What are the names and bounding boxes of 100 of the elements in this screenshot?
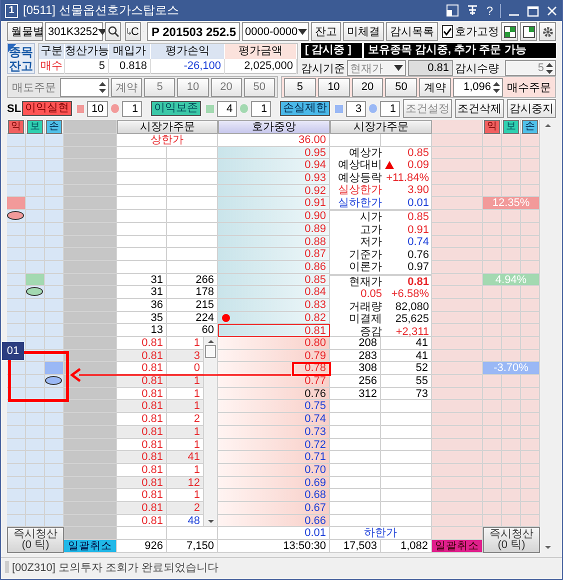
basis-combo[interactable]: 현재가	[347, 60, 406, 76]
order-price[interactable]: 0.81	[117, 337, 167, 350]
price-cell[interactable]: 0.88	[218, 236, 330, 248]
code-button[interactable]: C	[125, 22, 141, 41]
rule-tag[interactable]: 이익보존	[151, 101, 202, 116]
order-quantity[interactable]: 2	[167, 502, 204, 515]
price-cell[interactable]: 0.81	[218, 324, 330, 337]
order-quantity[interactable]: 1	[167, 388, 204, 400]
pin-icon[interactable]	[466, 4, 480, 17]
quantity-field[interactable]: 5	[505, 60, 556, 76]
order-price[interactable]: 0.81	[117, 362, 167, 376]
quantity-button[interactable]: 5	[284, 78, 316, 96]
price-cell[interactable]: 0.71	[218, 451, 330, 464]
rule-tag[interactable]: 손실제한	[280, 101, 330, 116]
order-quantity[interactable]: 48	[167, 514, 204, 528]
order-quantity[interactable]: 1	[167, 426, 204, 438]
price-cell[interactable]: 0.72	[218, 438, 330, 452]
stop-order-marker[interactable]	[45, 376, 62, 386]
price-cell[interactable]: 0.82	[218, 312, 330, 324]
scroll-thumb[interactable]	[205, 345, 216, 358]
order-quantity[interactable]: 41	[167, 451, 204, 464]
order-quantity[interactable]: 1	[167, 337, 204, 350]
price-cell[interactable]: 0.91	[218, 197, 330, 210]
order-price[interactable]: 0.81	[117, 388, 167, 400]
tick-field[interactable]: 3	[346, 100, 366, 116]
toolbar-button[interactable]: 미체결	[343, 22, 384, 41]
price-cell[interactable]: 0.90	[218, 210, 330, 223]
order-price[interactable]: 0.81	[117, 350, 167, 362]
order-price[interactable]: 0.81	[117, 426, 167, 438]
order-quantity[interactable]: 12	[167, 476, 204, 490]
price-cell[interactable]: 0.95	[218, 146, 330, 160]
price-cell[interactable]: 0.77	[218, 375, 330, 388]
order-price[interactable]: 0.81	[117, 438, 167, 452]
price-cell[interactable]: 0.74	[218, 413, 330, 426]
order-quantity[interactable]: 1	[167, 438, 204, 452]
price-cell[interactable]: 0.67	[218, 502, 330, 515]
mode-button[interactable]: 월물별	[7, 22, 43, 41]
code-combo[interactable]: 301K3252	[45, 22, 103, 41]
order-price[interactable]: 0.81	[117, 400, 167, 414]
order-price[interactable]: 0.81	[117, 451, 167, 464]
order-price[interactable]: 0.81	[117, 375, 167, 388]
order-quantity[interactable]: 1	[167, 375, 204, 388]
account-combo[interactable]: 0000-0000	[242, 22, 309, 41]
order-price[interactable]: 0.81	[117, 514, 167, 528]
search-button[interactable]	[105, 22, 121, 41]
order-price[interactable]: 0.81	[117, 489, 167, 502]
price-cell[interactable]: 0.87	[218, 248, 330, 261]
condition-button[interactable]: 조건삭제	[455, 99, 504, 118]
cancel-all-button[interactable]: 일괄취소	[432, 540, 483, 553]
toolbar-button[interactable]: 감시목록	[386, 22, 438, 41]
quantity-field[interactable]: 1,096	[452, 78, 503, 96]
quantity-button[interactable]: 20	[352, 78, 384, 96]
liquidate-button[interactable]: 즉시청산 (0 틱)	[483, 527, 540, 553]
order-quantity[interactable]: 1	[167, 464, 204, 477]
tick-field[interactable]: 10	[87, 100, 108, 116]
quantity-button[interactable]: 50	[385, 78, 418, 96]
price-cell[interactable]: 0.93	[218, 172, 330, 185]
price-cell[interactable]: 0.66	[218, 514, 330, 528]
price-cell[interactable]: 0.70	[218, 464, 330, 477]
order-quantity[interactable]: 1	[167, 489, 204, 502]
order-price[interactable]: 0.81	[117, 476, 167, 490]
rule-tag[interactable]: 이익실현	[22, 101, 72, 116]
quantity-button[interactable]: 10	[318, 78, 350, 96]
scrollbar[interactable]	[204, 337, 218, 528]
price-cell[interactable]: 0.73	[218, 426, 330, 438]
price-cell[interactable]: 0.86	[218, 260, 330, 274]
price-cell[interactable]: 0.68	[218, 489, 330, 502]
price-cell[interactable]: 0.84	[218, 286, 330, 299]
settings-button[interactable]	[539, 22, 556, 41]
unit-button[interactable]: 계약	[419, 78, 451, 96]
price-cell[interactable]: 0.83	[218, 298, 330, 312]
symbol-field[interactable]: P 201503 252.5	[147, 22, 240, 41]
order-quantity[interactable]: 2	[167, 413, 204, 426]
cancel-all-button[interactable]: 일괄취소	[64, 540, 117, 553]
tick-field[interactable]: 4	[216, 100, 237, 116]
count-field[interactable]: 1	[251, 100, 272, 116]
price-cell[interactable]: 0.76	[218, 388, 330, 400]
layout-icon[interactable]	[446, 4, 460, 17]
price-cell[interactable]: 0.69	[218, 476, 330, 490]
layout-button[interactable]	[501, 22, 518, 41]
price-cell[interactable]: 0.75	[218, 400, 330, 414]
order-price[interactable]: 0.81	[117, 413, 167, 426]
toolbar-button[interactable]: 잔고	[311, 22, 341, 41]
count-field[interactable]: 1	[122, 100, 142, 116]
price-cell[interactable]: 0.89	[218, 222, 330, 236]
liquidate-button[interactable]: 즉시청산 (0 틱)	[7, 527, 64, 553]
order-price[interactable]: 0.81	[117, 464, 167, 477]
price-cell[interactable]: 0.79	[218, 350, 330, 362]
order-price[interactable]: 0.81	[117, 502, 167, 515]
condition-button[interactable]: 감시중지	[507, 99, 556, 118]
maximize-button[interactable]	[527, 4, 539, 16]
order-quantity[interactable]: 0	[167, 362, 204, 376]
order-quantity[interactable]: 1	[167, 400, 204, 414]
price-cell[interactable]: 0.94	[218, 159, 330, 172]
close-button[interactable]	[546, 4, 558, 16]
stop-order-marker[interactable]	[7, 211, 24, 220]
layout-button[interactable]	[520, 22, 537, 41]
balance-tab[interactable]: 종목 잔고	[7, 43, 35, 74]
stop-order-marker[interactable]	[26, 287, 43, 296]
order-quantity[interactable]: 3	[167, 350, 204, 362]
